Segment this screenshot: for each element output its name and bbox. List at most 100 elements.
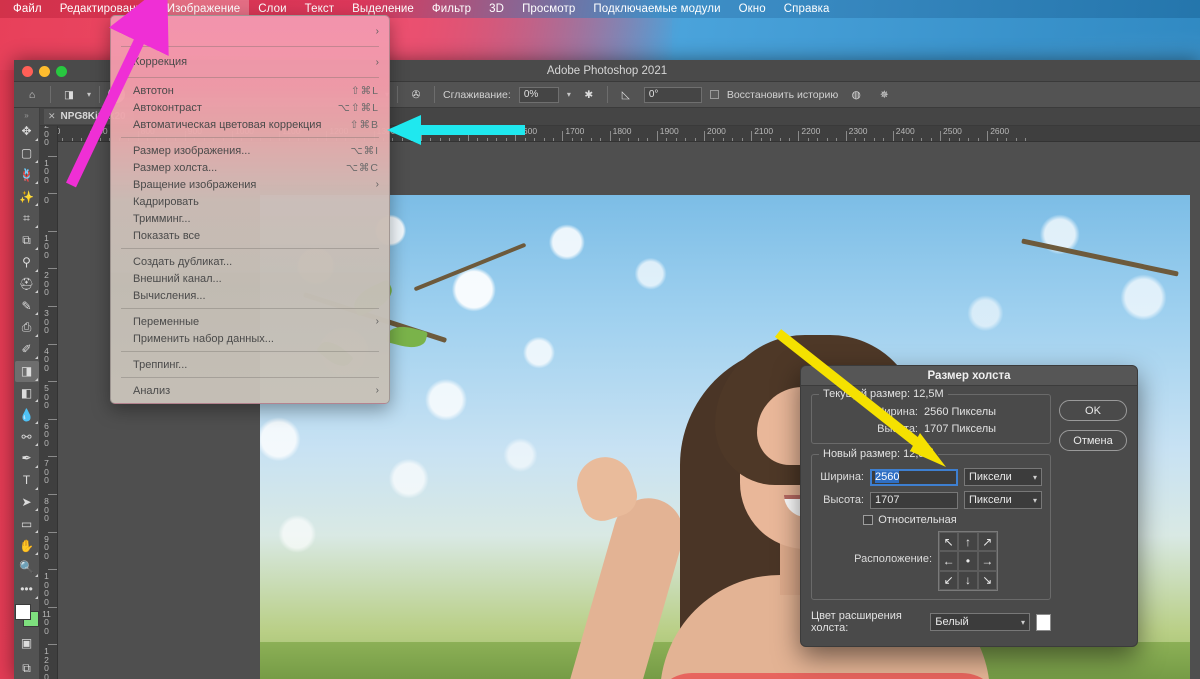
gradient-tool[interactable]: ◧ [15,383,39,404]
tool-flyout-indicator [34,551,38,555]
ruler-minor-tick [873,138,875,141]
marquee-tool[interactable]: ▢ [15,143,39,164]
gear-icon[interactable]: ✱ [579,86,599,104]
anchor-cell-1[interactable]: ↑ [958,532,978,552]
menubar-item-11[interactable]: Справка [775,0,839,18]
image-menu-item-11[interactable]: Кадрировать [111,193,389,210]
image-menu-item-15[interactable]: Создать дубликат... [111,253,389,270]
anchor-cell-2[interactable]: ↗ [977,532,997,552]
hand-tool[interactable]: ✋ [15,535,39,556]
lasso-tool[interactable]: 🪢 [15,165,39,186]
image-menu-item-22[interactable]: Треппинг... [111,356,389,373]
anchor-cell-5[interactable]: → [977,551,997,571]
pressure-size-icon[interactable]: ◍ [846,86,866,104]
ruler-label: 2100 [754,126,774,136]
quick-mask-icon[interactable]: ▣ [15,632,39,653]
chevron-down-icon: ▾ [1021,617,1026,627]
ruler-minor-tick [1015,138,1017,141]
submenu-arrow-icon: › [375,25,379,37]
menubar-item-0[interactable]: Файл [4,0,51,18]
new-height-input[interactable]: 1707 [870,491,958,509]
type-tool[interactable]: T [15,470,39,491]
spot-healing-tool[interactable]: ⛑ [15,274,39,295]
tool-flyout-indicator [34,333,38,337]
frame-tool[interactable]: ⧉ [15,230,39,251]
eyedropper-tool[interactable]: ⚲ [15,252,39,273]
airbrush-icon[interactable]: ✇ [406,86,426,104]
crop-tool[interactable]: ⌗ [15,208,39,229]
chevron-down-icon[interactable]: ▾ [567,90,571,99]
cancel-button[interactable]: Отмена [1059,430,1127,451]
menubar-item-8[interactable]: Просмотр [513,0,584,18]
ruler-minor-tick [628,138,630,141]
menubar-item-9[interactable]: Подключаемые модули [584,0,729,18]
ruler-tick [798,131,800,141]
anchor-cell-3[interactable]: ← [939,551,959,571]
extension-color-select[interactable]: Белый ▾ [930,613,1031,631]
menubar-item-6[interactable]: Фильтр [423,0,480,18]
angle-input[interactable]: 0° [643,86,702,103]
eraser-tool[interactable]: ◨ [14,360,39,382]
home-icon[interactable]: ⌂ [22,86,42,104]
image-menu-item-label: Внешний канал... [133,272,222,285]
pen-tool[interactable]: ✒ [15,448,39,469]
tablet-pressure-icon[interactable]: ✵ [874,86,894,104]
image-menu-item-24[interactable]: Анализ › [111,382,389,399]
foreground-color-swatch[interactable] [14,603,31,620]
edit-toolbar-button[interactable]: ••• [15,579,39,600]
image-menu-item-label: Анализ [133,384,171,397]
submenu-arrow-icon: › [375,179,379,190]
new-width-unit-select[interactable]: Пиксели ▾ [964,468,1042,486]
image-menu-item-17[interactable]: Вычисления... [111,287,389,304]
ruler-label: 200 [44,126,49,147]
ruler-minor-tick [590,138,592,141]
ruler-minor-tick [1006,138,1008,141]
quick-selection-tool[interactable]: ✨ [15,186,39,207]
brush-tool[interactable]: ✎ [15,295,39,316]
screen-mode-icon[interactable]: ⧉ [15,658,39,679]
ruler-minor-tick [713,138,715,141]
clone-stamp-tool[interactable]: ⎙ [15,317,39,338]
extension-color-swatch[interactable] [1036,613,1051,631]
relative-checkbox[interactable] [863,515,874,525]
image-menu-item-20[interactable]: Применить набор данных... [111,330,389,347]
history-brush-tool[interactable]: ✐ [15,339,39,360]
new-height-unit-select[interactable]: Пиксели ▾ [964,491,1042,509]
ruler-tick [940,131,941,141]
ruler-tick [48,494,57,495]
move-tool[interactable]: ✥ [15,121,39,142]
rectangle-tool[interactable]: ▭ [15,513,39,534]
menu-divider [121,377,379,378]
anchor-cell-0[interactable]: ↖ [939,532,959,552]
menubar-item-7[interactable]: 3D [480,0,513,18]
image-menu-item-16[interactable]: Внешний канал... [111,270,389,287]
menubar-item-10[interactable]: Окно [730,0,775,18]
ruler-tick [987,131,989,141]
image-menu-item-12[interactable]: Тримминг... [111,210,389,227]
foreground-background-colors[interactable] [14,603,39,628]
close-window-button[interactable] [22,66,33,77]
smoothing-input[interactable]: 0% [518,86,559,103]
anchor-cell-4[interactable]: • [958,551,978,571]
tool-flyout-indicator [34,399,38,403]
zoom-tool[interactable]: 🔍 [15,557,39,578]
ruler-tick [48,230,57,232]
blur-tool[interactable]: 💧 [15,404,39,425]
path-selection-tool[interactable]: ➤ [15,492,39,513]
minimize-window-button[interactable] [39,66,50,77]
anchor-cell-6[interactable]: ↙ [939,570,959,590]
anchor-cell-8[interactable]: ↘ [977,570,997,590]
dodge-tool[interactable]: ⚯ [15,426,39,447]
ruler-tick [845,131,847,141]
ruler-minor-tick [807,138,809,141]
image-menu-item-13[interactable]: Показать все [111,227,389,244]
image-menu-item-19[interactable]: Переменные › [111,313,389,330]
ruler-label: 2000 [707,126,726,136]
ruler-minor-tick [1024,138,1026,141]
ok-button[interactable]: OK [1059,400,1127,421]
toolbar-collapse-handle[interactable]: » [24,112,28,120]
anchor-cell-7[interactable]: ↓ [958,570,978,590]
anchor-grid[interactable]: ↖ ↑ ↗ ← • → ↙ ↓ ↘ [938,531,998,591]
tool-flyout-indicator [34,442,38,446]
restore-history-checkbox[interactable] [709,90,719,99]
